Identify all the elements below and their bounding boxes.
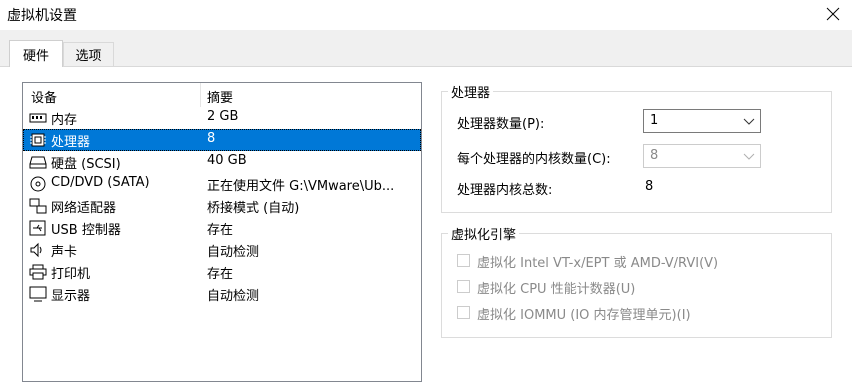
display-icon [29,286,47,302]
vtx-ept-label: 虚拟化 Intel VT-x/EPT 或 AMD-V/RVI(V) [477,256,719,271]
cores-per-processor-value: 8 [650,148,659,163]
device-name: 网络适配器 [51,201,117,216]
title-bar: 虚拟机设置 [0,0,852,30]
device-list-header: 设备 摘要 [23,83,421,107]
cores-per-processor-select[interactable]: 8 [643,144,761,168]
device-name: 声卡 [51,245,78,260]
device-summary: 40 GB [207,153,247,168]
cpu-perf-counters-checkbox[interactable] [457,280,470,293]
tab-strip [0,30,852,66]
device-name: 显示器 [51,289,91,304]
virtualization-engine-legend: 虚拟化引擎 [451,228,517,243]
cd-dvd-icon [30,176,46,192]
vtx-ept-checkbox[interactable] [457,254,470,267]
device-name: 硬盘 (SCSI) [51,157,121,172]
device-summary: 8 [207,131,216,146]
cores-per-processor-label: 每个处理器的内核数量(C): [457,152,611,167]
device-row-sound-card[interactable]: 声卡 自动检测 [23,239,421,261]
device-name: CD/DVD (SATA) [51,175,150,190]
tab-hardware[interactable]: 硬件 [9,40,63,67]
window-title: 虚拟机设置 [7,8,77,24]
device-summary: 正在使用文件 G:\VMware\Ub... [207,179,395,194]
close-button[interactable] [820,1,846,27]
processor-count-label: 处理器数量(P): [457,117,545,132]
total-cores-value: 8 [645,179,654,194]
device-summary: 存在 [207,223,234,238]
iommu-checkbox[interactable] [457,306,470,319]
device-summary: 自动检测 [207,245,260,260]
total-cores-label: 处理器内核总数: [457,183,553,198]
device-row-network-adapter[interactable]: 网络适配器 桥接模式 (自动) [23,195,421,217]
sound-card-icon [30,242,42,258]
hard-disk-icon [29,156,47,169]
device-row-hard-disk[interactable]: 硬盘 (SCSI) 40 GB [23,151,421,173]
device-row-printer[interactable]: 打印机 存在 [23,261,421,283]
tab-options[interactable]: 选项 [63,42,114,66]
device-name: USB 控制器 [51,223,121,238]
usb-controller-icon [29,220,46,236]
device-row-usb-controller[interactable]: USB 控制器 存在 [23,217,421,239]
processor-count-value: 1 [650,113,659,128]
device-row-memory[interactable]: 内存 2 GB [23,107,421,129]
device-summary: 自动检测 [207,289,260,304]
device-name: 打印机 [51,267,91,282]
device-row-display[interactable]: 显示器 自动检测 [23,283,421,305]
device-name: 处理器 [51,135,91,150]
column-header-device[interactable]: 设备 [31,87,57,106]
printer-icon [29,264,47,280]
cpu-perf-counters-label: 虚拟化 CPU 性能计数器(U) [477,282,636,297]
device-name: 内存 [51,113,78,128]
column-header-summary[interactable]: 摘要 [207,87,233,106]
iommu-label: 虚拟化 IOMMU (IO 内存管理单元)(I) [477,308,691,323]
device-row-processor[interactable]: 处理器 8 [23,129,421,151]
device-summary: 存在 [207,267,234,282]
chevron-down-icon [743,153,755,160]
processor-count-select[interactable]: 1 [643,109,761,133]
device-summary: 2 GB [207,109,239,124]
network-adapter-icon [29,198,47,214]
chevron-down-icon [743,118,755,125]
close-icon [826,7,840,21]
device-summary: 桥接模式 (自动) [207,201,300,216]
memory-icon [29,113,47,123]
column-separator[interactable] [200,83,201,107]
processor-icon [30,133,46,147]
processor-group-legend: 处理器 [451,86,491,101]
device-row-cd-dvd[interactable]: CD/DVD (SATA) 正在使用文件 G:\VMware\Ub... [23,173,421,195]
device-list[interactable]: 设备 摘要 内存 2 GB 处理器 8 硬盘 (SCSI) 40 GB CD/D… [22,82,422,382]
